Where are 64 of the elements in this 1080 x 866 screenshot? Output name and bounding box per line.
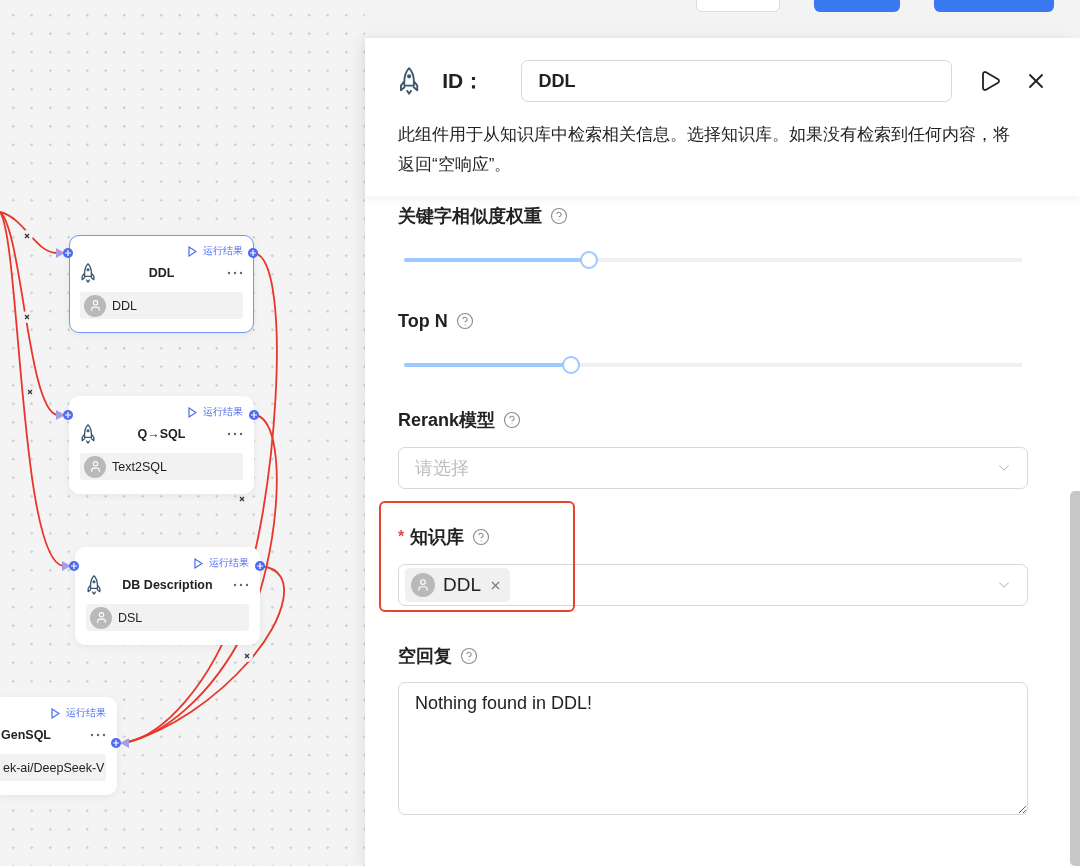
output-port-icon[interactable] [255, 561, 265, 571]
play-icon [51, 707, 60, 719]
output-port-icon[interactable] [249, 410, 259, 420]
help-icon[interactable] [455, 312, 474, 330]
rocket-icon [80, 263, 96, 283]
rocket-icon [398, 67, 421, 95]
rocket-icon [80, 424, 96, 444]
select-placeholder: 请选择 [415, 457, 469, 480]
avatar-icon [84, 455, 106, 478]
selected-tag[interactable]: DDL [405, 568, 510, 602]
avatar-icon [84, 294, 106, 317]
run-result-link[interactable]: 运行结果 [80, 405, 243, 419]
tag-label: DDL [443, 574, 481, 596]
run-result-link[interactable]: 运行结果 [11, 706, 106, 720]
avatar-icon [90, 606, 112, 629]
more-icon[interactable] [227, 432, 243, 436]
input-port-icon[interactable] [62, 561, 79, 571]
more-icon[interactable] [233, 583, 249, 587]
field-label: Top N [398, 310, 448, 332]
node-title: DB Description [121, 578, 214, 592]
parameter-text: Text2SQL [112, 459, 167, 474]
run-result-link[interactable]: 运行结果 [80, 244, 243, 258]
scrollbar-thumb[interactable] [1070, 491, 1080, 866]
id-label: ID： [442, 68, 486, 94]
input-port-icon[interactable] [56, 410, 73, 420]
flow-node[interactable]: 运行结果 DDL DDL [69, 235, 254, 333]
help-icon[interactable] [503, 411, 522, 429]
empty-reply-textarea[interactable]: Nothing found in DDL! [398, 682, 1028, 815]
help-icon[interactable] [472, 528, 491, 546]
help-icon[interactable] [550, 207, 568, 225]
slider-thumb[interactable] [580, 251, 599, 269]
node-title: DDL [147, 266, 176, 280]
more-icon[interactable] [90, 733, 106, 737]
component-description: 此组件用于从知识库中检索相关信息。选择知识库。如果没有检索到任何内容，将返回“空响应”。 [398, 124, 1011, 176]
flow-node[interactable]: 运行结果 GenSQL ek-ai/DeepSeek-V [0, 697, 117, 795]
edge-delete-icon[interactable] [21, 230, 33, 242]
edge-delete-icon[interactable] [241, 650, 253, 662]
run-result-link[interactable]: 运行结果 [86, 556, 249, 570]
knowledge-base-select[interactable]: DDL [398, 564, 1028, 606]
node-title: Q→SQL [136, 427, 187, 441]
slider-thumb[interactable] [561, 356, 580, 374]
help-icon[interactable] [460, 647, 478, 665]
node-title: GenSQL [1, 728, 52, 742]
field-label: 空回复 [398, 645, 452, 668]
parameter-text: ek-ai/DeepSeek-V [3, 760, 105, 775]
more-icon[interactable] [227, 271, 243, 275]
field-label: 关键字相似度权重 [398, 205, 542, 228]
edge-delete-icon[interactable] [21, 311, 33, 323]
field-label: Rerank模型 [398, 409, 496, 432]
flow-node[interactable]: 运行结果 DB Description DSL [75, 547, 260, 645]
field-label: 知识库 [410, 526, 465, 549]
id-input[interactable]: DDL [521, 60, 952, 102]
parameter-text: DSL [118, 610, 143, 625]
rocket-icon [86, 575, 102, 595]
parameter-text: DDL [112, 298, 137, 313]
play-icon [194, 557, 203, 569]
input-port-icon[interactable] [56, 248, 73, 258]
flow-node[interactable]: 运行结果 Q→SQL Text2SQL [69, 396, 254, 494]
output-port-icon[interactable] [248, 248, 258, 258]
play-icon [188, 406, 197, 418]
required-mark: * [398, 528, 405, 546]
play-icon [188, 245, 197, 257]
avatar-icon [411, 573, 435, 597]
output-port-icon[interactable] [111, 738, 129, 748]
